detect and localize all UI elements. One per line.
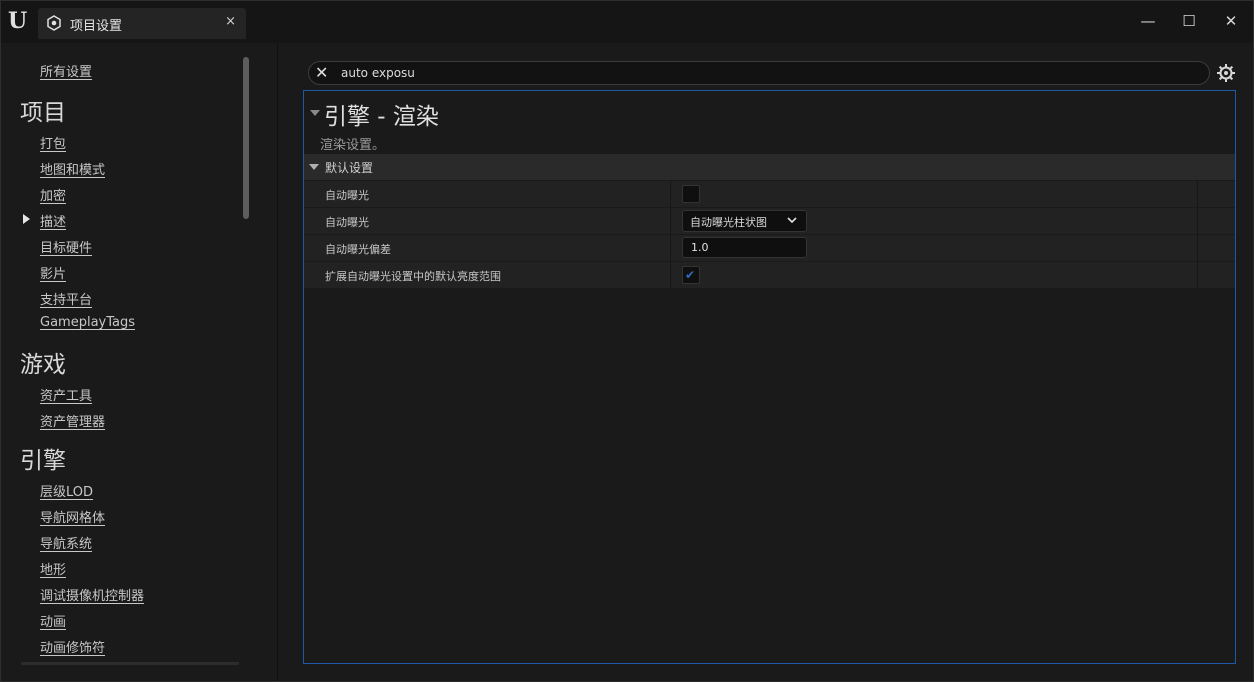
close-window-button[interactable]: ✕ bbox=[1219, 11, 1243, 31]
sidebar-item-navmesh[interactable]: 导航网格体 bbox=[40, 507, 105, 526]
column-divider[interactable] bbox=[670, 235, 671, 261]
property-label: 自动曝光 bbox=[325, 189, 369, 202]
search-box[interactable]: ✕ bbox=[308, 61, 1210, 85]
category-description: 渲染设置。 bbox=[320, 138, 386, 153]
property-row: 自动曝光 自动曝光柱状图 bbox=[304, 208, 1235, 235]
checkmark-icon: ✔ bbox=[685, 268, 696, 282]
sidebar-item-description[interactable]: 描述 bbox=[40, 211, 66, 230]
maximize-button[interactable]: ☐ bbox=[1177, 11, 1201, 31]
project-settings-window: U 项目设置 × — ☐ ✕ 所有设置 项目 打包 地图和模式 加密 描述 目标… bbox=[0, 0, 1254, 682]
property-row: 自动曝光偏差 bbox=[304, 235, 1235, 262]
sidebar-scrollbar[interactable] bbox=[243, 57, 249, 219]
sidebar-item-gameplay-tags[interactable]: GameplayTags bbox=[40, 315, 135, 330]
exposure-bias-input[interactable] bbox=[691, 240, 791, 255]
sidebar-item-crypto[interactable]: 加密 bbox=[40, 185, 66, 204]
sidebar-item-animation[interactable]: 动画 bbox=[40, 611, 66, 630]
clear-search-icon[interactable]: ✕ bbox=[315, 63, 328, 83]
minimize-button[interactable]: — bbox=[1136, 11, 1160, 31]
sidebar-group-title: 引擎 bbox=[20, 448, 66, 474]
sidebar-item-supported-platforms[interactable]: 支持平台 bbox=[40, 289, 92, 308]
sidebar-item-movies[interactable]: 影片 bbox=[40, 263, 66, 282]
title-bar: U 项目设置 × — ☐ ✕ bbox=[1, 1, 1253, 43]
sidebar-item-target-hardware[interactable]: 目标硬件 bbox=[40, 237, 92, 256]
column-divider[interactable] bbox=[670, 262, 671, 288]
gear-icon[interactable] bbox=[1216, 63, 1236, 83]
sidebar-item-landscape[interactable]: 地形 bbox=[40, 559, 66, 578]
tab-close-icon[interactable]: × bbox=[225, 14, 236, 29]
selected-arrow-icon bbox=[23, 214, 30, 224]
property-label: 自动曝光偏差 bbox=[325, 243, 391, 256]
sidebar-item-animation-modifiers[interactable]: 动画修饰符 bbox=[40, 637, 105, 656]
extend-luminance-range-checkbox[interactable]: ✔ bbox=[682, 266, 700, 284]
unreal-logo: U bbox=[8, 8, 28, 34]
sidebar-item-packaging[interactable]: 打包 bbox=[40, 133, 66, 152]
property-row: 自动曝光 bbox=[304, 181, 1235, 208]
sidebar-bottom-bar bbox=[21, 662, 239, 665]
sidebar-item-asset-tools[interactable]: 资产工具 bbox=[40, 385, 92, 404]
column-divider bbox=[1197, 181, 1198, 207]
auto-exposure-method-dropdown[interactable]: 自动曝光柱状图 bbox=[682, 210, 807, 232]
auto-exposure-checkbox[interactable] bbox=[682, 185, 700, 203]
settings-panel: 引擎 - 渲染 渲染设置。 默认设置 自动曝光 自动曝光 自动曝光柱状图 自动曝 bbox=[303, 90, 1236, 664]
sidebar-item-navigation-system[interactable]: 导航系统 bbox=[40, 533, 92, 552]
section-title: 默认设置 bbox=[325, 161, 374, 175]
sidebar-item-all-settings[interactable]: 所有设置 bbox=[40, 61, 92, 80]
column-divider bbox=[1197, 262, 1198, 288]
settings-cube-icon bbox=[47, 15, 61, 31]
column-divider[interactable] bbox=[670, 208, 671, 234]
sidebar-item-maps-modes[interactable]: 地图和模式 bbox=[40, 159, 105, 178]
tab-project-settings[interactable]: 项目设置 × bbox=[38, 8, 246, 39]
property-row: 扩展自动曝光设置中的默认亮度范围 ✔ bbox=[304, 262, 1235, 289]
section-header[interactable]: 默认设置 bbox=[304, 154, 1235, 180]
dropdown-value: 自动曝光柱状图 bbox=[690, 216, 767, 229]
property-label: 自动曝光 bbox=[325, 216, 369, 229]
category-collapse-icon[interactable] bbox=[310, 110, 320, 116]
section-collapse-icon[interactable] bbox=[309, 164, 319, 170]
settings-sidebar: 所有设置 项目 打包 地图和模式 加密 描述 目标硬件 影片 支持平台 Game… bbox=[1, 43, 277, 681]
category-title: 引擎 - 渲染 bbox=[324, 104, 439, 130]
sidebar-group-title: 项目 bbox=[20, 100, 66, 126]
property-label: 扩展自动曝光设置中的默认亮度范围 bbox=[325, 270, 501, 283]
tab-label: 项目设置 bbox=[70, 19, 123, 34]
sidebar-item-asset-manager[interactable]: 资产管理器 bbox=[40, 411, 105, 430]
column-divider bbox=[1197, 208, 1198, 234]
sidebar-group-title: 游戏 bbox=[20, 352, 66, 378]
column-divider[interactable] bbox=[670, 181, 671, 207]
sidebar-item-debug-camera[interactable]: 调试摄像机控制器 bbox=[40, 585, 144, 604]
column-divider bbox=[1197, 235, 1198, 261]
search-input[interactable] bbox=[341, 63, 1141, 83]
exposure-bias-field[interactable] bbox=[682, 237, 807, 258]
sidebar-item-hlod[interactable]: 层级LOD bbox=[40, 481, 93, 500]
chevron-down-icon bbox=[787, 217, 797, 224]
